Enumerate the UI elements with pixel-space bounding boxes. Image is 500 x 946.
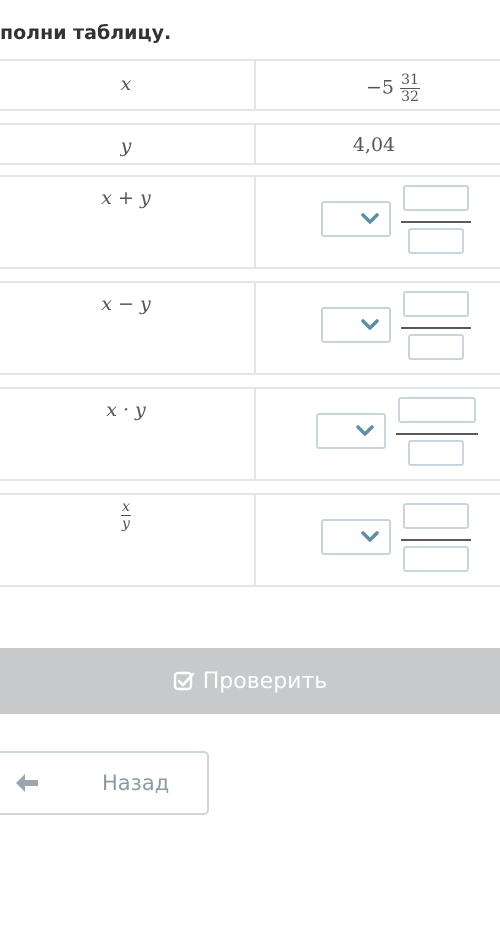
- numerator-input[interactable]: [398, 397, 476, 423]
- x-value-fraction: 31 32: [400, 72, 420, 105]
- table-row-product-answer-cell: [254, 387, 500, 481]
- sign-dropdown[interactable]: [316, 413, 386, 449]
- back-button[interactable]: Назад: [0, 751, 209, 815]
- chevron-down-icon: [361, 531, 379, 542]
- numerator-input[interactable]: [403, 185, 469, 211]
- table-row-sum-answer-cell: [254, 175, 500, 269]
- fraction-bar: [401, 327, 471, 329]
- fraction-bar: [401, 221, 471, 223]
- table-row-x-value-cell: −5 31 32: [254, 59, 500, 111]
- row-label: x · y: [106, 399, 146, 421]
- sign-dropdown[interactable]: [321, 201, 391, 237]
- table-row-product-label-cell: x · y: [0, 387, 256, 481]
- quotient-numerator: x: [121, 499, 131, 516]
- arrow-left-icon: [16, 774, 38, 792]
- x-value: −5 31 32: [366, 72, 420, 105]
- row-label: y: [120, 135, 132, 157]
- numerator-input[interactable]: [403, 291, 469, 317]
- quotient-fraction: x y: [121, 499, 131, 532]
- row-label: x + y: [101, 187, 151, 209]
- denominator-input[interactable]: [408, 334, 464, 360]
- chevron-down-icon: [361, 319, 379, 330]
- quotient-denominator: y: [122, 516, 130, 532]
- table-row-quotient-label-cell: x y: [0, 493, 256, 587]
- row-label: x: [120, 73, 132, 95]
- chevron-down-icon: [356, 425, 374, 436]
- checkbox-check-icon: [173, 671, 195, 691]
- check-button-label: Проверить: [202, 668, 328, 694]
- x-value-whole: −5: [366, 76, 395, 99]
- numerator-input[interactable]: [403, 503, 469, 529]
- quotient-label: x y: [0, 499, 254, 532]
- table-row-sum-label-cell: x + y: [0, 175, 256, 269]
- table-row-diff-label-cell: x − y: [0, 281, 256, 375]
- fraction-bar: [401, 539, 471, 541]
- table-row-y-value-cell: 4,04: [254, 123, 500, 165]
- x-value-numerator: 31: [400, 72, 420, 89]
- denominator-input[interactable]: [408, 440, 464, 466]
- check-button[interactable]: Проверить: [0, 648, 500, 714]
- table-row-quotient-answer-cell: [254, 493, 500, 587]
- page-title: полни таблицу.: [0, 22, 172, 44]
- back-button-label: Назад: [102, 771, 170, 795]
- y-value: 4,04: [352, 134, 396, 156]
- fraction-bar: [396, 433, 478, 435]
- table-row-diff-answer-cell: [254, 281, 500, 375]
- denominator-input[interactable]: [403, 546, 469, 572]
- denominator-input[interactable]: [408, 228, 464, 254]
- row-label: x − y: [101, 293, 151, 315]
- sign-dropdown[interactable]: [321, 307, 391, 343]
- table-row-x-label-cell: x: [0, 59, 256, 111]
- chevron-down-icon: [361, 213, 379, 224]
- x-value-denominator: 32: [401, 89, 419, 105]
- sign-dropdown[interactable]: [321, 519, 391, 555]
- table-row-y-label-cell: y: [0, 123, 256, 165]
